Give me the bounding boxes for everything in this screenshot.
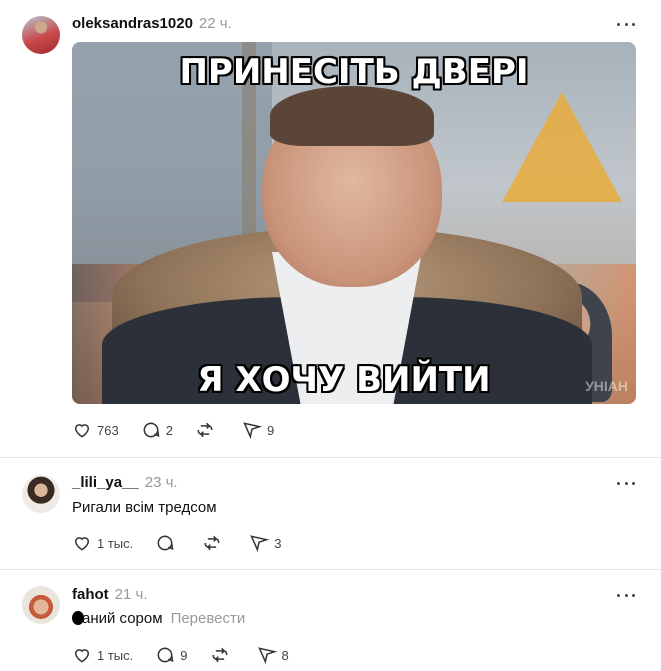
- author-name[interactable]: _lili_ya__: [72, 474, 139, 491]
- share-count: 8: [281, 647, 289, 663]
- share-button[interactable]: 9: [242, 420, 274, 440]
- like-button[interactable]: 1 тыс.: [72, 533, 133, 553]
- post-actions: 1 тыс. 9 8: [72, 645, 311, 665]
- post-time: 23 ч.: [144, 474, 178, 491]
- repost-icon: [212, 647, 227, 663]
- send-icon: [250, 535, 270, 553]
- reply-button[interactable]: 9: [155, 645, 188, 665]
- author-row: fahot 21 ч.: [72, 586, 148, 603]
- reply-count: 2: [165, 422, 173, 438]
- heart-icon: [74, 424, 90, 438]
- repost-icon: [204, 535, 220, 551]
- share-button[interactable]: 8: [257, 645, 289, 665]
- repost-button[interactable]: [210, 645, 235, 665]
- share-count: 3: [274, 535, 282, 551]
- heart-icon: [74, 649, 90, 663]
- post-time: 21 ч.: [114, 586, 148, 603]
- like-count: 763: [97, 422, 119, 438]
- send-icon: [257, 647, 277, 665]
- like-button[interactable]: 1 тыс.: [72, 645, 133, 665]
- share-button[interactable]: 3: [249, 533, 282, 553]
- send-icon: [243, 422, 262, 440]
- post-text: Ригали всім тредсом: [72, 499, 217, 516]
- author-name[interactable]: fahot: [72, 586, 109, 603]
- comment-icon: [157, 647, 174, 663]
- repost-button[interactable]: [195, 420, 220, 440]
- post-actions: 763 2 9: [72, 420, 296, 440]
- comment-icon: [143, 422, 160, 438]
- more-options-icon[interactable]: [617, 592, 635, 598]
- share-count: 9: [266, 422, 275, 438]
- post-text: аний сором: [82, 610, 163, 627]
- reply-count: 9: [180, 647, 188, 663]
- like-count: 1 тыс.: [97, 647, 134, 663]
- avatar[interactable]: [22, 586, 60, 624]
- like-count: 1 тыс.: [97, 535, 134, 551]
- more-options-icon[interactable]: [617, 21, 635, 27]
- like-button[interactable]: 763: [72, 420, 119, 440]
- post-text-row: аний сором Перевести: [72, 610, 245, 627]
- post-time: 22 ч.: [198, 15, 232, 32]
- comment-icon: [157, 535, 174, 551]
- post-image[interactable]: ПРИНЕСІТЬ ДВЕРІ Я ХОЧУ ВИЙТИ УНІАН: [72, 42, 636, 404]
- heart-icon: [74, 537, 90, 551]
- avatar[interactable]: [22, 475, 60, 513]
- reply-button[interactable]: 2: [141, 420, 173, 440]
- image-watermark: УНІАН: [585, 378, 628, 394]
- author-name[interactable]: oleksandras1020: [72, 15, 193, 32]
- meme-top-caption: ПРИНЕСІТЬ ДВЕРІ: [179, 52, 529, 92]
- repost-button[interactable]: [202, 533, 227, 553]
- reply-button[interactable]: [155, 533, 180, 553]
- repost-icon: [197, 422, 213, 438]
- thread-post: _lili_ya__ 23 ч. Ригали всім тредсом 1 ты…: [0, 457, 661, 569]
- avatar[interactable]: [22, 16, 60, 54]
- thread-post: fahot 21 ч. аний сором Перевести 1 тыс. 9 …: [0, 569, 661, 671]
- author-row: oleksandras1020 22 ч.: [72, 15, 232, 32]
- more-options-icon[interactable]: [617, 480, 635, 486]
- meme-bottom-caption: Я ХОЧУ ВИЙТИ: [197, 360, 491, 400]
- thread-post: oleksandras1020 22 ч. ПРИНЕСІТЬ ДВЕРІ Я Х…: [0, 0, 661, 457]
- author-row: _lili_ya__ 23 ч.: [72, 474, 178, 491]
- translate-link[interactable]: Перевести: [171, 610, 246, 627]
- post-actions: 1 тыс. 3: [72, 533, 304, 553]
